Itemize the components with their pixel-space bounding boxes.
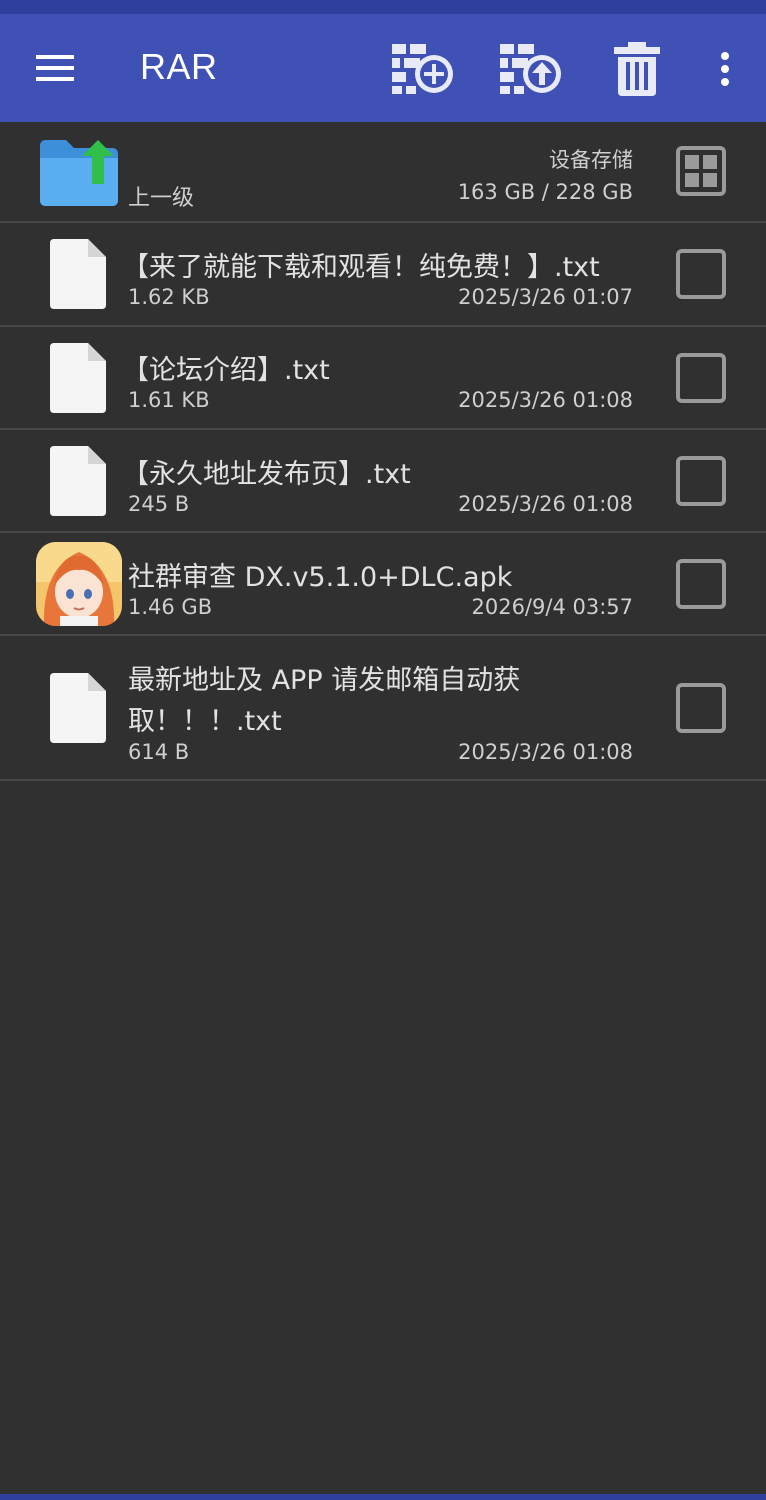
file-name: 【来了就能下载和观看！纯免费！】.txt <box>122 252 600 283</box>
file-row[interactable]: 社群审查 DX.v5.1.0+DLC.apk 1.46 GB 2026/9/4 … <box>0 533 766 636</box>
parent-folder-row[interactable]: 上一级 设备存储 163 GB / 228 GB <box>0 122 766 223</box>
file-name: 社群审查 DX.v5.1.0+DLC.apk <box>128 562 513 593</box>
file-size: 1.62 KB <box>128 285 210 309</box>
file-date: 2025/3/26 01:07 <box>458 285 633 309</box>
document-icon <box>50 446 106 516</box>
file-name: 【永久地址发布页】.txt <box>122 459 411 490</box>
storage-label: 设备存储 <box>549 148 633 172</box>
delete-button[interactable] <box>614 42 660 96</box>
file-row[interactable]: 【来了就能下载和观看！纯免费！】.txt 1.62 KB 2025/3/26 0… <box>0 223 766 327</box>
file-date: 2025/3/26 01:08 <box>458 740 633 764</box>
file-size: 1.61 KB <box>128 388 210 412</box>
add-to-archive-button[interactable] <box>390 40 456 96</box>
file-name-line1: 最新地址及 APP 请发邮箱自动获 <box>128 665 521 696</box>
file-size: 614 B <box>128 740 190 764</box>
file-row[interactable]: 最新地址及 APP 请发邮箱自动获 取！！！.txt 614 B 2025/3/… <box>0 636 766 781</box>
file-name-line2: 取！！！.txt <box>128 706 282 737</box>
select-checkbox[interactable] <box>676 559 726 609</box>
more-vert-icon <box>721 52 729 86</box>
file-size: 1.46 GB <box>128 595 213 619</box>
file-size: 245 B <box>128 492 190 516</box>
select-checkbox[interactable] <box>676 683 726 733</box>
file-row[interactable]: 【永久地址发布页】.txt 245 B 2025/3/26 01:08 <box>0 430 766 533</box>
menu-icon[interactable] <box>34 52 76 84</box>
grid-view-icon <box>685 155 717 187</box>
file-date: 2025/3/26 01:08 <box>458 492 633 516</box>
file-row[interactable]: 【论坛介绍】.txt 1.61 KB 2025/3/26 01:08 <box>0 327 766 430</box>
app-title: RAR <box>140 46 218 87</box>
folder-up-icon <box>40 140 118 206</box>
file-name: 【论坛介绍】.txt <box>122 355 330 386</box>
app-bar: RAR <box>0 14 766 122</box>
document-icon <box>50 239 106 309</box>
select-checkbox[interactable] <box>676 456 726 506</box>
document-icon <box>50 673 106 743</box>
extract-archive-icon <box>500 44 561 94</box>
file-date: 2025/3/26 01:08 <box>458 388 633 412</box>
grid-view-button[interactable] <box>676 146 726 196</box>
status-bar <box>0 0 766 14</box>
parent-folder-label: 上一级 <box>128 186 195 211</box>
document-icon <box>50 343 106 413</box>
more-options-button[interactable] <box>714 52 736 86</box>
file-date: 2026/9/4 03:57 <box>471 595 633 619</box>
extract-archive-button[interactable] <box>498 40 564 96</box>
select-checkbox[interactable] <box>676 249 726 299</box>
select-checkbox[interactable] <box>676 353 726 403</box>
navigation-bar-edge <box>0 1494 766 1500</box>
delete-icon <box>614 42 660 96</box>
storage-usage: 163 GB / 228 GB <box>457 180 633 204</box>
add-to-archive-icon <box>392 44 453 94</box>
app-avatar-icon <box>36 542 122 626</box>
